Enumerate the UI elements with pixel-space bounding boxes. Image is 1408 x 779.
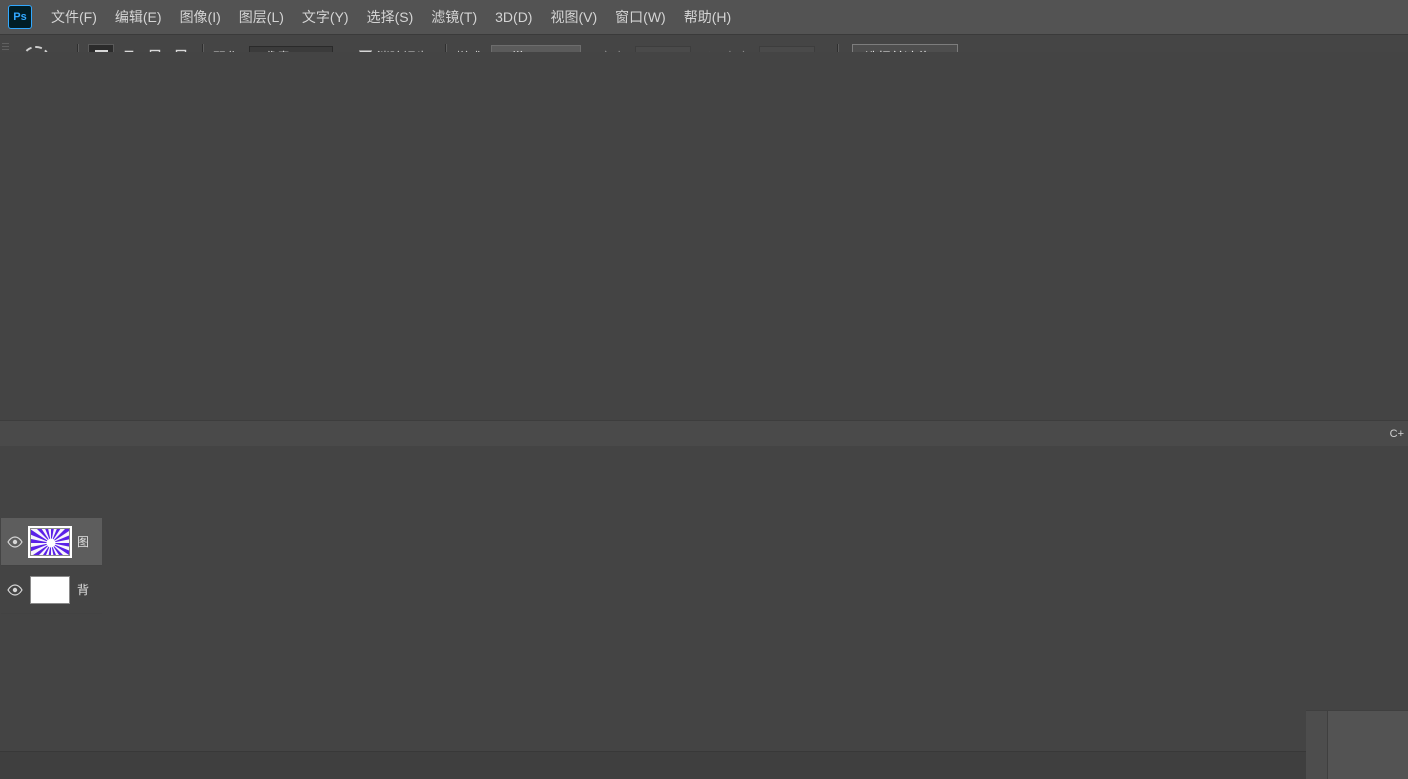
layer-thumbnail-wrap[interactable] bbox=[29, 527, 71, 557]
menu-image[interactable]: 图像(I) bbox=[171, 3, 230, 31]
menu-type[interactable]: 文字(Y) bbox=[293, 3, 358, 31]
paths-panel-body bbox=[0, 52, 1408, 779]
menu-view[interactable]: 视图(V) bbox=[541, 3, 606, 31]
layer-row-2[interactable]: 背 bbox=[1, 566, 102, 614]
menu-bar: Ps 文件(F)编辑(E)图像(I)图层(L)文字(Y)选择(S)滤镜(T)3D… bbox=[0, 0, 1408, 34]
panel-side-column bbox=[1306, 711, 1328, 779]
menu-filter[interactable]: 滤镜(T) bbox=[422, 3, 486, 31]
menu-3d[interactable]: 3D(D) bbox=[486, 5, 541, 29]
layers-panel-bottom-strip bbox=[1306, 710, 1408, 779]
menu-help[interactable]: 帮助(H) bbox=[675, 3, 740, 31]
menu-file[interactable]: 文件(F) bbox=[42, 3, 106, 31]
layer-thumbnail bbox=[30, 528, 70, 556]
layer-thumbnail bbox=[30, 576, 70, 604]
layer-name: 背 bbox=[77, 581, 89, 598]
photoshop-window: Ps 文件(F)编辑(E)图像(I)图层(L)文字(Y)选择(S)滤镜(T)3D… bbox=[0, 0, 1408, 779]
layer-row-1[interactable]: 图 bbox=[1, 518, 102, 566]
paths-panel: 路径 bbox=[0, 92, 138, 400]
app-logo: Ps bbox=[8, 5, 32, 29]
eye-icon[interactable] bbox=[7, 536, 23, 548]
eye-icon[interactable] bbox=[7, 584, 23, 596]
menu-select[interactable]: 选择(S) bbox=[358, 3, 423, 31]
paths-panel-footer bbox=[0, 751, 1408, 779]
layer-name: 图 bbox=[77, 533, 89, 550]
layer-list: 图背 bbox=[1, 518, 102, 614]
menu-window[interactable]: 窗口(W) bbox=[606, 3, 675, 31]
layers-fx-row: C+ bbox=[0, 420, 102, 446]
menu-edit[interactable]: 编辑(E) bbox=[106, 3, 171, 31]
layer-thumbnail-wrap[interactable] bbox=[29, 575, 71, 605]
menu-layer[interactable]: 图层(L) bbox=[230, 3, 293, 31]
